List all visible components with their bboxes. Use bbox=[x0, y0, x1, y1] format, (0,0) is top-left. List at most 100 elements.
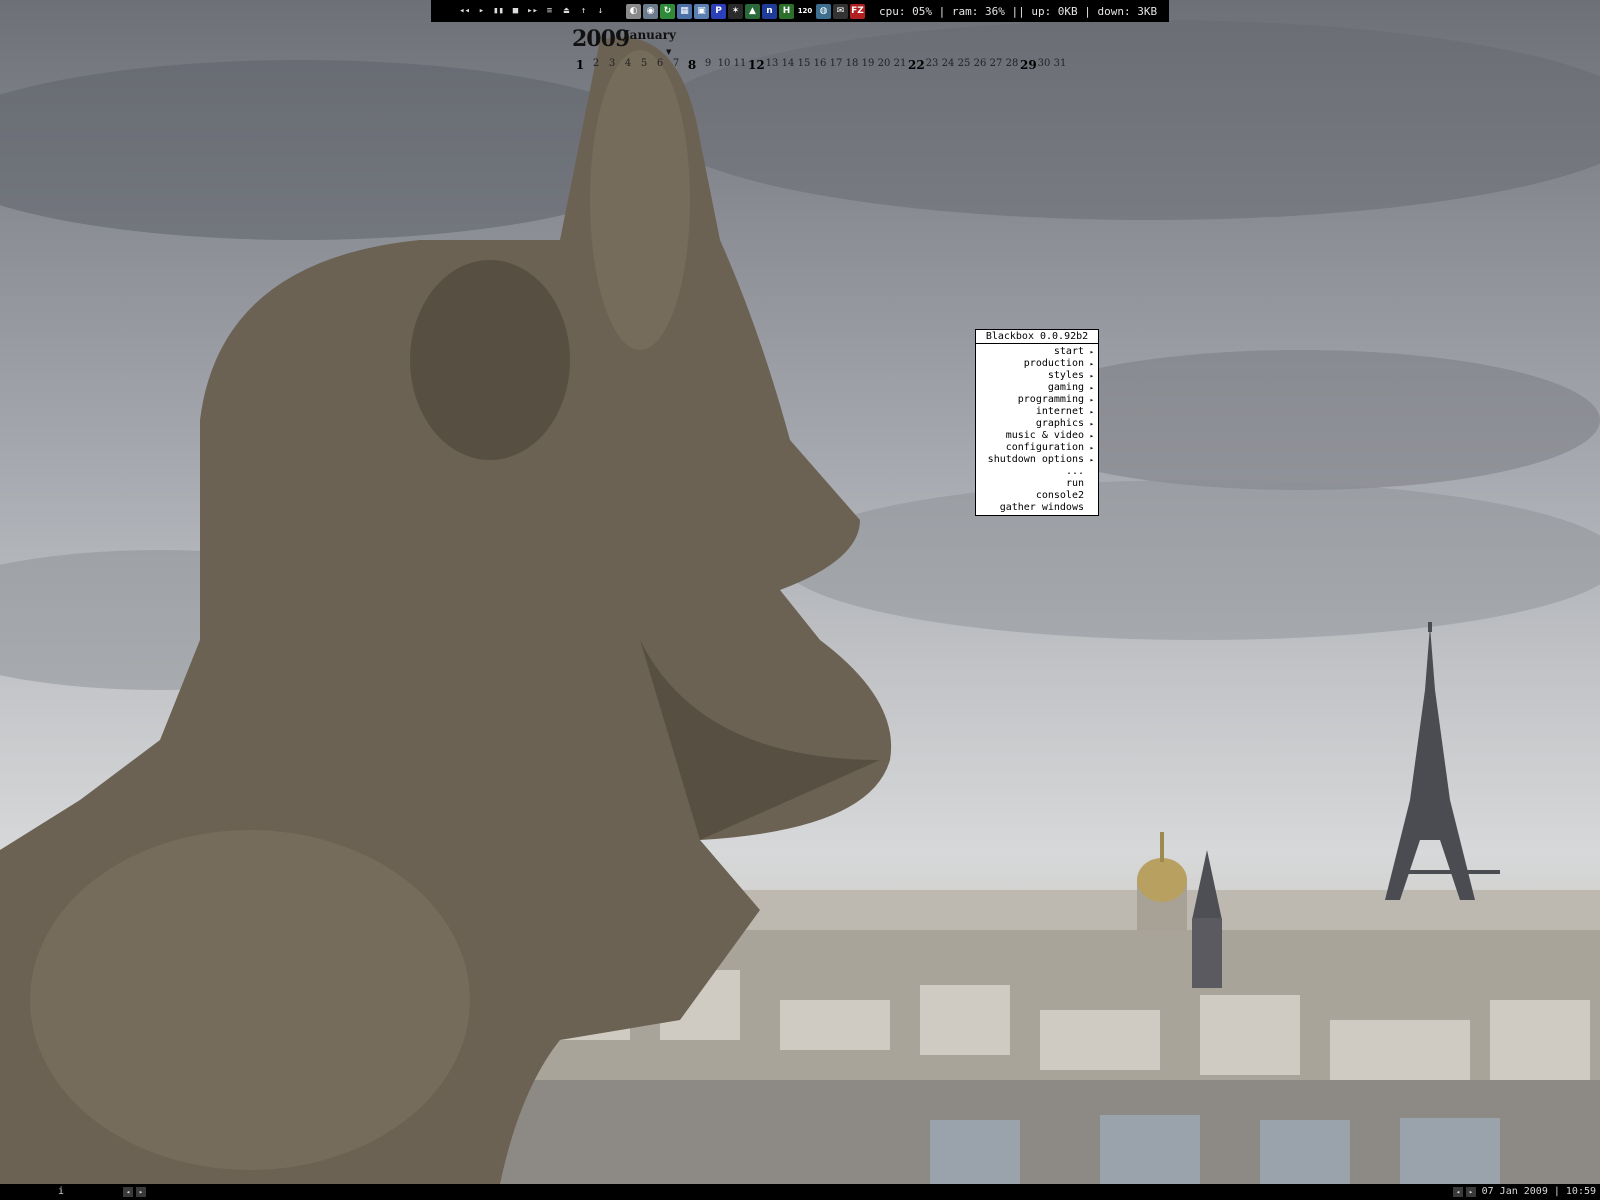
menu-item-label: configuration bbox=[1005, 442, 1084, 453]
triangle-icon[interactable]: ▲ bbox=[745, 3, 760, 19]
calendar-day: 7 bbox=[672, 58, 680, 69]
calendar-day: 24 bbox=[941, 58, 955, 69]
workspace-next-button[interactable]: ▸ bbox=[136, 1187, 146, 1197]
clock: 07 Jan 2009 | 10:59 bbox=[1481, 1186, 1596, 1197]
system-monitor-status: cpu: 05% | ram: 36% || up: 0KB | down: 3… bbox=[879, 4, 1158, 18]
calendar-day: 2 bbox=[592, 58, 600, 69]
mail-icon[interactable]: ✉ bbox=[833, 3, 848, 19]
submenu-arrow-icon: ▸ bbox=[1089, 396, 1094, 404]
calendar-day: 26 bbox=[973, 58, 987, 69]
window-prev-button[interactable]: ◂ bbox=[1453, 1187, 1463, 1197]
menu-item-label: shutdown options bbox=[987, 454, 1084, 465]
prev-icon[interactable]: ◂◂ bbox=[457, 3, 472, 19]
today-marker-icon: ▼ bbox=[666, 48, 672, 56]
submenu-arrow-icon: ▸ bbox=[1089, 348, 1094, 356]
menu-item-graphics[interactable]: graphics ▸ bbox=[976, 418, 1098, 430]
menu-item-music-video[interactable]: music & video ▸ bbox=[976, 430, 1098, 442]
filezilla-icon[interactable]: FZ bbox=[850, 3, 865, 19]
menu-item-production[interactable]: production ▸ bbox=[976, 358, 1098, 370]
calendar-day: 21 bbox=[893, 58, 907, 69]
n-app-icon[interactable]: n bbox=[762, 3, 777, 19]
calendar-day: 30 bbox=[1037, 58, 1051, 69]
submenu-arrow-icon: ▸ bbox=[1089, 408, 1094, 416]
tool-icon[interactable]: ◐ bbox=[626, 3, 641, 19]
menu-title[interactable]: Blackbox 0.0.92b2 bbox=[976, 330, 1098, 344]
menu-item-programming[interactable]: programming ▸ bbox=[976, 394, 1098, 406]
p-app-icon[interactable]: P bbox=[711, 3, 726, 19]
120-icon[interactable]: 120 bbox=[796, 3, 814, 19]
menu-item-gather-windows[interactable]: gather windows bbox=[976, 502, 1098, 514]
h-app-icon[interactable]: H bbox=[779, 3, 794, 19]
calendar-day: 22 bbox=[908, 58, 925, 72]
calendar-days: 1 2 3 4 5 6 7 8 9 10 11 12 13 14 15 16 17 18 19 20 21 22 23 24 2… bbox=[572, 58, 1068, 72]
calendar-day: 5 bbox=[640, 58, 648, 69]
calendar-day: 4 bbox=[624, 58, 632, 69]
calendar-day: 29 bbox=[1020, 58, 1037, 72]
menu-item-label: styles bbox=[1047, 370, 1084, 381]
calendar-day: 16 bbox=[813, 58, 827, 69]
menu-item-gaming[interactable]: gaming ▸ bbox=[976, 382, 1098, 394]
eject-icon[interactable]: ⏏ bbox=[559, 3, 574, 19]
top-toolbar: ◂◂ ▸ ▮▮ ■ ▸▸ ≡ ⏏ ↑ ↓ ◐ ◉ ↻ ▦ ▣ P ✶ ▲ n H 120 ◍ ✉ FZ cpu: 05% … bbox=[431, 0, 1169, 22]
monitor-icon[interactable]: ▣ bbox=[694, 3, 709, 19]
calendar-day: 25 bbox=[957, 58, 971, 69]
globe-icon[interactable]: ◍ bbox=[816, 3, 831, 19]
pause-icon[interactable]: ▮▮ bbox=[491, 3, 506, 19]
stop-icon[interactable]: ■ bbox=[508, 3, 523, 19]
submenu-arrow-icon: ▸ bbox=[1089, 360, 1094, 368]
menu-item-styles[interactable]: styles ▸ bbox=[976, 370, 1098, 382]
menu-item-label: graphics bbox=[1035, 418, 1084, 429]
calendar-month: January bbox=[624, 28, 676, 42]
menu-item-label: ... bbox=[1065, 466, 1084, 477]
menu-item-console2[interactable]: console2 bbox=[976, 490, 1098, 502]
bottom-taskbar: i ◂ ▸ ◂ ▸ 07 Jan 2009 | 10:59 bbox=[0, 1184, 1600, 1200]
menu-item-label: console2 bbox=[1035, 490, 1084, 501]
workspace-prev-button[interactable]: ◂ bbox=[123, 1187, 133, 1197]
calendar-day: 13 bbox=[765, 58, 779, 69]
menu-item-run[interactable]: run bbox=[976, 478, 1098, 490]
menu-item-label: gaming bbox=[1047, 382, 1084, 393]
calendar-day: 11 bbox=[733, 58, 747, 69]
calendar-day: 3 bbox=[608, 58, 616, 69]
play-icon[interactable]: ▸ bbox=[474, 3, 489, 19]
calendar-day: 6 bbox=[656, 58, 664, 69]
calendar-day: 17 bbox=[829, 58, 843, 69]
calendar-day: 8 bbox=[687, 58, 697, 72]
menu-item-start[interactable]: start ▸ bbox=[976, 346, 1098, 358]
calendar-day: 23 bbox=[925, 58, 939, 69]
volume-down-icon[interactable]: ↓ bbox=[593, 3, 608, 19]
menu-item-[interactable]: ... bbox=[976, 466, 1098, 478]
network-icon[interactable]: ▦ bbox=[677, 3, 692, 19]
submenu-arrow-icon: ▸ bbox=[1089, 384, 1094, 392]
menu-item-label: internet bbox=[1035, 406, 1084, 417]
calendar-day: 15 bbox=[797, 58, 811, 69]
submenu-arrow-icon: ▸ bbox=[1089, 444, 1094, 452]
window-next-button[interactable]: ▸ bbox=[1466, 1187, 1476, 1197]
calendar-day: 12 bbox=[748, 58, 765, 72]
menu-item-label: programming bbox=[1017, 394, 1084, 405]
menu-items: start ▸ production ▸ styles ▸ gaming ▸ programmi… bbox=[976, 344, 1098, 515]
blackbox-root-menu: Blackbox 0.0.92b2 start ▸ production ▸ style… bbox=[975, 329, 1099, 516]
menu-item-internet[interactable]: internet ▸ bbox=[976, 406, 1098, 418]
menu-item-label: run bbox=[1065, 478, 1084, 489]
menu-item-shutdown-options[interactable]: shutdown options ▸ bbox=[976, 454, 1098, 466]
media-controls: ◂◂ ▸ ▮▮ ■ ▸▸ ≡ ⏏ ↑ ↓ bbox=[457, 3, 608, 19]
calendar-day: 10 bbox=[717, 58, 731, 69]
disc-icon[interactable]: ◉ bbox=[643, 3, 658, 19]
submenu-arrow-icon: ▸ bbox=[1089, 372, 1094, 380]
next-icon[interactable]: ▸▸ bbox=[525, 3, 540, 19]
refresh-icon[interactable]: ↻ bbox=[660, 3, 675, 19]
wallpaper-scene bbox=[0, 20, 1600, 1184]
menu-item-label: music & video bbox=[1005, 430, 1084, 441]
calendar-day: 27 bbox=[989, 58, 1003, 69]
star-icon[interactable]: ✶ bbox=[728, 3, 743, 19]
volume-up-icon[interactable]: ↑ bbox=[576, 3, 591, 19]
desktop-wallpaper bbox=[0, 0, 1600, 1184]
calendar-day: 9 bbox=[704, 58, 712, 69]
playlist-icon[interactable]: ≡ bbox=[542, 3, 557, 19]
workspace-label: i bbox=[58, 1186, 65, 1197]
calendar-day: 18 bbox=[845, 58, 859, 69]
menu-item-configuration[interactable]: configuration ▸ bbox=[976, 442, 1098, 454]
calendar-day: 31 bbox=[1053, 58, 1067, 69]
submenu-arrow-icon: ▸ bbox=[1089, 432, 1094, 440]
